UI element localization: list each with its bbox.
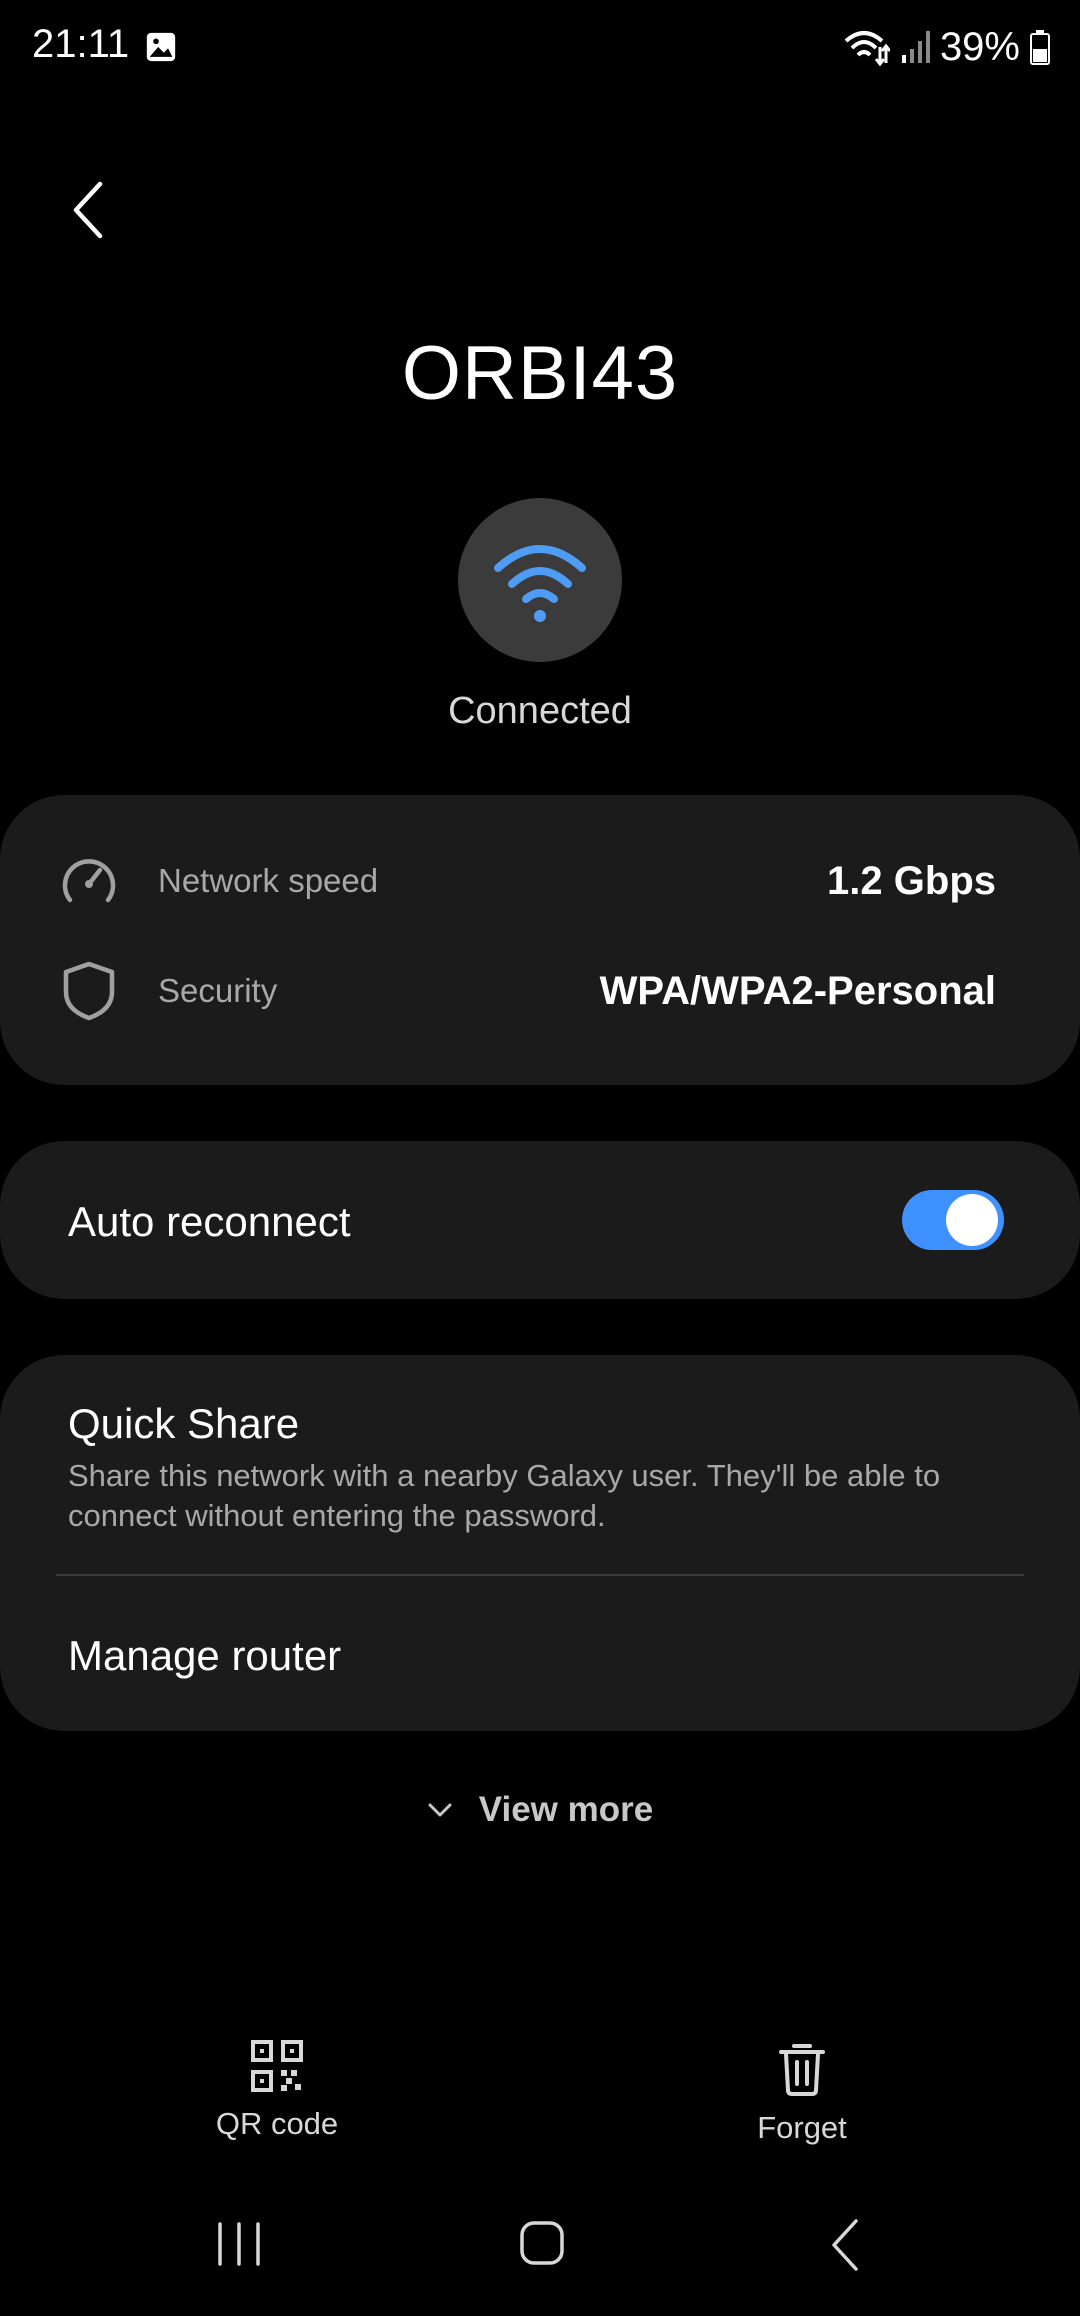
connection-status: Connected bbox=[448, 690, 632, 732]
quick-share-title[interactable]: Quick Share bbox=[68, 1400, 299, 1448]
toggle-knob bbox=[946, 1194, 998, 1246]
status-time: 21:11 bbox=[32, 22, 130, 66]
signal-icon bbox=[901, 31, 930, 63]
battery-percent: 39% bbox=[939, 24, 1020, 69]
battery-icon bbox=[1030, 30, 1050, 65]
security-row: Security WPA/WPA2-Personal bbox=[0, 941, 1080, 1041]
network-info-card: Network speed 1.2 Gbps Security WPA/WPA2… bbox=[0, 795, 1080, 1085]
wifi-status-badge bbox=[458, 498, 622, 662]
network-speed-label: Network speed bbox=[158, 862, 379, 899]
security-label: Security bbox=[158, 972, 278, 1009]
divider bbox=[56, 1574, 1024, 1576]
network-name: ORBI43 bbox=[401, 331, 679, 416]
gallery-icon bbox=[146, 32, 176, 62]
wifi-data-icon bbox=[844, 31, 890, 67]
network-speed-row: Network speed 1.2 Gbps bbox=[0, 831, 1080, 931]
wifi-icon bbox=[494, 545, 586, 622]
trash-icon bbox=[779, 2044, 825, 2096]
shield-icon bbox=[58, 960, 120, 1022]
forget-label: Forget bbox=[757, 2110, 847, 2145]
back-arrow-icon bbox=[73, 181, 103, 239]
qr-code-icon bbox=[251, 2040, 303, 2092]
manage-router-item[interactable]: Manage router bbox=[68, 1632, 341, 1680]
view-more-button[interactable]: View more bbox=[0, 1790, 1080, 1830]
speedometer-icon bbox=[58, 850, 120, 912]
auto-reconnect-toggle[interactable] bbox=[902, 1190, 1004, 1250]
status-right-group: 39% bbox=[842, 22, 1050, 72]
qr-code-label: QR code bbox=[215, 2106, 339, 2141]
qr-code-button[interactable]: QR code bbox=[177, 2040, 377, 2142]
back-button[interactable] bbox=[62, 172, 114, 248]
recents-nav-icon[interactable] bbox=[214, 2222, 264, 2266]
back-nav-icon[interactable] bbox=[830, 2218, 860, 2272]
auto-reconnect-label: Auto reconnect bbox=[68, 1198, 351, 1245]
chevron-down-icon bbox=[428, 1803, 452, 1817]
home-nav-icon[interactable] bbox=[519, 2220, 565, 2266]
view-more-label: View more bbox=[478, 1790, 654, 1829]
network-speed-value: 1.2 Gbps bbox=[827, 858, 996, 903]
quick-share-description: Share this network with a nearby Galaxy … bbox=[68, 1458, 941, 1533]
forget-button[interactable]: Forget bbox=[702, 2040, 902, 2146]
security-value: WPA/WPA2-Personal bbox=[599, 968, 996, 1013]
